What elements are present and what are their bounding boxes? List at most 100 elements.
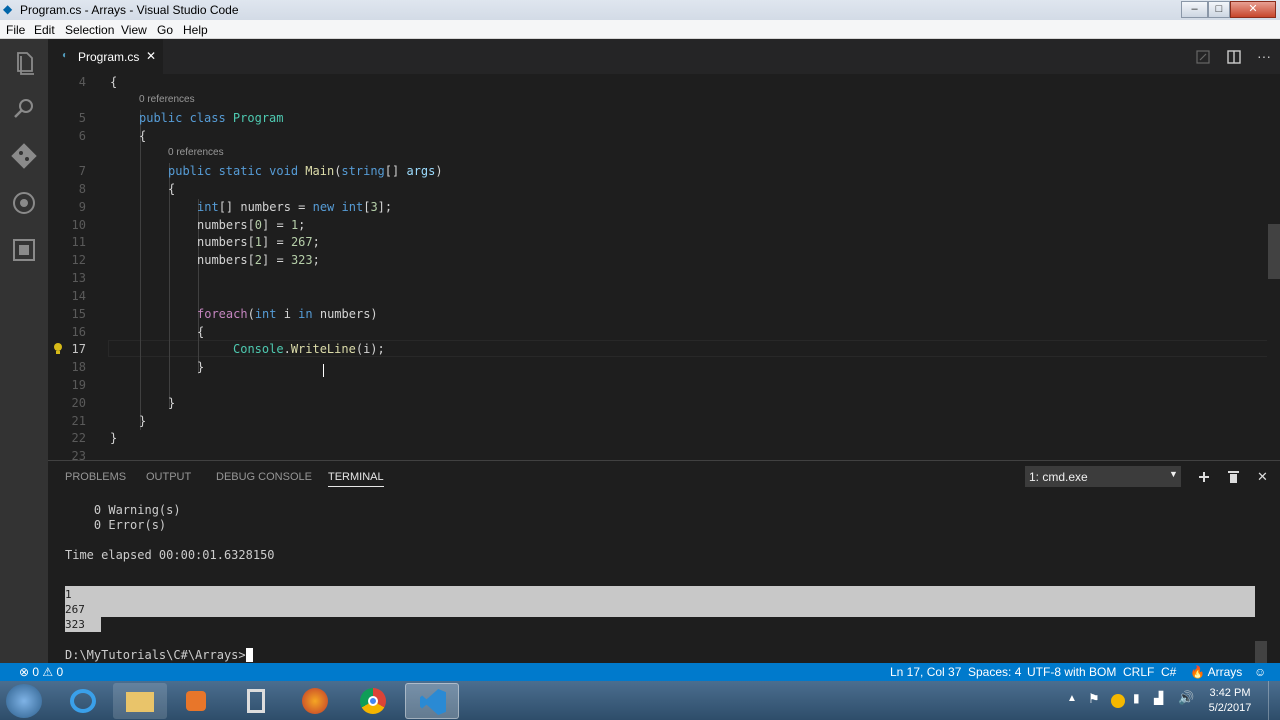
code-line-5: public class Program: [139, 111, 284, 125]
internet-explorer-icon[interactable]: [56, 683, 110, 719]
scrollbar-thumb[interactable]: [1268, 224, 1280, 279]
line-number: 12: [71, 253, 86, 267]
code-editor[interactable]: 4 5 6 7 8 9 10 11 12 13 14 15 16 17 18 1…: [48, 74, 1267, 460]
clock-date: 5/2/2017: [1208, 702, 1252, 714]
tab-program-cs[interactable]: ◐ Program.cs ✕: [48, 39, 163, 74]
trash-icon[interactable]: [1228, 470, 1239, 483]
code-line-9: int[] numbers = new int[3];: [197, 200, 393, 214]
eol-setting[interactable]: CRLF: [1123, 665, 1154, 679]
window-title: Program.cs - Arrays - Visual Studio Code: [20, 3, 239, 17]
line-number: 7: [78, 164, 86, 178]
errors-indicator[interactable]: ⊗ 0 ⚠ 0: [19, 665, 63, 679]
codelens-references[interactable]: 0 references: [139, 94, 195, 105]
show-hidden-icons[interactable]: ▲: [1067, 693, 1077, 704]
title-bar: ◆ Program.cs - Arrays - Visual Studio Co…: [0, 0, 1280, 20]
code-line-22: }: [110, 431, 118, 445]
tools-icon[interactable]: [230, 683, 284, 719]
terminal-line: Time elapsed 00:00:01.6328150: [65, 548, 275, 562]
code-line-6: {: [139, 129, 147, 143]
clock[interactable]: 3:42 PM 5/2/2017: [1200, 687, 1260, 714]
file-explorer-icon[interactable]: [113, 683, 167, 719]
menu-edit[interactable]: Edit: [34, 23, 55, 37]
code-line-7: public static void Main(string[] args): [168, 164, 443, 178]
extensions-icon[interactable]: [10, 236, 38, 264]
clock-time: 3:42 PM: [1209, 687, 1251, 699]
split-editor-icon[interactable]: [1227, 50, 1241, 64]
indent-guide: [169, 163, 170, 408]
terminal-select[interactable]: 1: cmd.exe ▼: [1025, 466, 1181, 487]
search-icon[interactable]: [10, 95, 38, 123]
menu-selection[interactable]: Selection: [65, 23, 114, 37]
line-number: 23: [71, 449, 86, 460]
flag-icon[interactable]: ⚑: [1088, 691, 1100, 707]
source-control-icon[interactable]: [10, 142, 38, 170]
code-line-17: Console.WriteLine(i);: [233, 342, 385, 356]
editor-tab-bar: ◐ Program.cs ✕ ···: [48, 39, 1280, 74]
minimize-button[interactable]: –: [1181, 1, 1208, 18]
new-terminal-icon[interactable]: [1198, 471, 1210, 483]
app-tray-icon[interactable]: [1111, 694, 1125, 708]
vscode-taskbar-icon[interactable]: [405, 683, 459, 719]
line-number: 5: [78, 111, 86, 125]
open-preview-icon[interactable]: [1196, 50, 1210, 64]
line-number: 11: [71, 235, 86, 249]
code-line-18: }: [197, 360, 205, 374]
code-line-8: {: [168, 182, 176, 196]
menu-go[interactable]: Go: [157, 23, 173, 37]
line-number: 16: [71, 325, 86, 339]
battery-icon[interactable]: ▮: [1133, 691, 1140, 705]
network-icon[interactable]: ▟: [1154, 691, 1163, 705]
close-window-button[interactable]: ✕: [1230, 1, 1276, 18]
line-number: 13: [71, 271, 86, 285]
tab-terminal[interactable]: TERMINAL: [328, 471, 384, 487]
terminal-scrollbar-thumb[interactable]: [1255, 641, 1267, 663]
terminal-line: 0 Warning(s): [65, 503, 181, 517]
editor-scrollbar[interactable]: [1267, 74, 1280, 460]
line-number: 9: [78, 200, 86, 214]
project-indicator[interactable]: 🔥 Arrays: [1190, 665, 1242, 679]
line-number: 21: [71, 414, 86, 428]
media-player-icon[interactable]: [169, 683, 223, 719]
line-number: 10: [71, 218, 86, 232]
menu-bar: File Edit Selection View Go Help: [0, 20, 1280, 39]
more-actions-icon[interactable]: ···: [1257, 48, 1271, 64]
codelens-references[interactable]: 0 references: [168, 147, 224, 158]
close-tab-icon[interactable]: ✕: [146, 49, 156, 63]
menu-file[interactable]: File: [6, 23, 25, 37]
tab-problems[interactable]: PROBLEMS: [65, 471, 126, 483]
terminal-line: 267: [65, 603, 85, 616]
line-number: 19: [71, 378, 86, 392]
tab-debug-console[interactable]: DEBUG CONSOLE: [216, 471, 312, 483]
line-number: 18: [71, 360, 86, 374]
activity-bar: [0, 39, 48, 663]
line-number: 4: [78, 75, 86, 89]
lightbulb-icon[interactable]: [52, 342, 64, 356]
menu-help[interactable]: Help: [183, 23, 208, 37]
volume-icon[interactable]: 🔊: [1178, 690, 1194, 706]
tab-output[interactable]: OUTPUT: [146, 471, 191, 483]
menu-view[interactable]: View: [121, 23, 147, 37]
code-line-20: }: [168, 396, 176, 410]
firefox-icon[interactable]: [288, 683, 342, 719]
debug-icon[interactable]: [10, 189, 38, 217]
maximize-button[interactable]: □: [1208, 1, 1230, 18]
terminal-line: 323: [65, 618, 85, 631]
code-line-10: numbers[0] = 1;: [197, 218, 306, 232]
tab-label: Program.cs: [78, 50, 140, 64]
encoding-setting[interactable]: UTF-8 with BOM: [1027, 665, 1116, 679]
start-button-icon[interactable]: [6, 684, 42, 718]
line-number: 15: [71, 307, 86, 321]
indent-guide: [140, 110, 141, 430]
chrome-icon[interactable]: [346, 683, 400, 719]
cursor-position[interactable]: Ln 17, Col 37: [890, 665, 961, 679]
terminal-selection: [65, 586, 1255, 617]
code-line-12: numbers[2] = 323;: [197, 253, 320, 267]
feedback-icon[interactable]: ☺: [1254, 665, 1266, 679]
explorer-icon[interactable]: [10, 49, 38, 77]
language-mode[interactable]: C#: [1161, 665, 1176, 679]
indentation-setting[interactable]: Spaces: 4: [968, 665, 1021, 679]
close-panel-icon[interactable]: ✕: [1257, 469, 1268, 485]
line-number: 22: [71, 431, 86, 445]
csharp-file-icon: ◐: [62, 50, 69, 61]
show-desktop-button[interactable]: [1268, 681, 1280, 720]
